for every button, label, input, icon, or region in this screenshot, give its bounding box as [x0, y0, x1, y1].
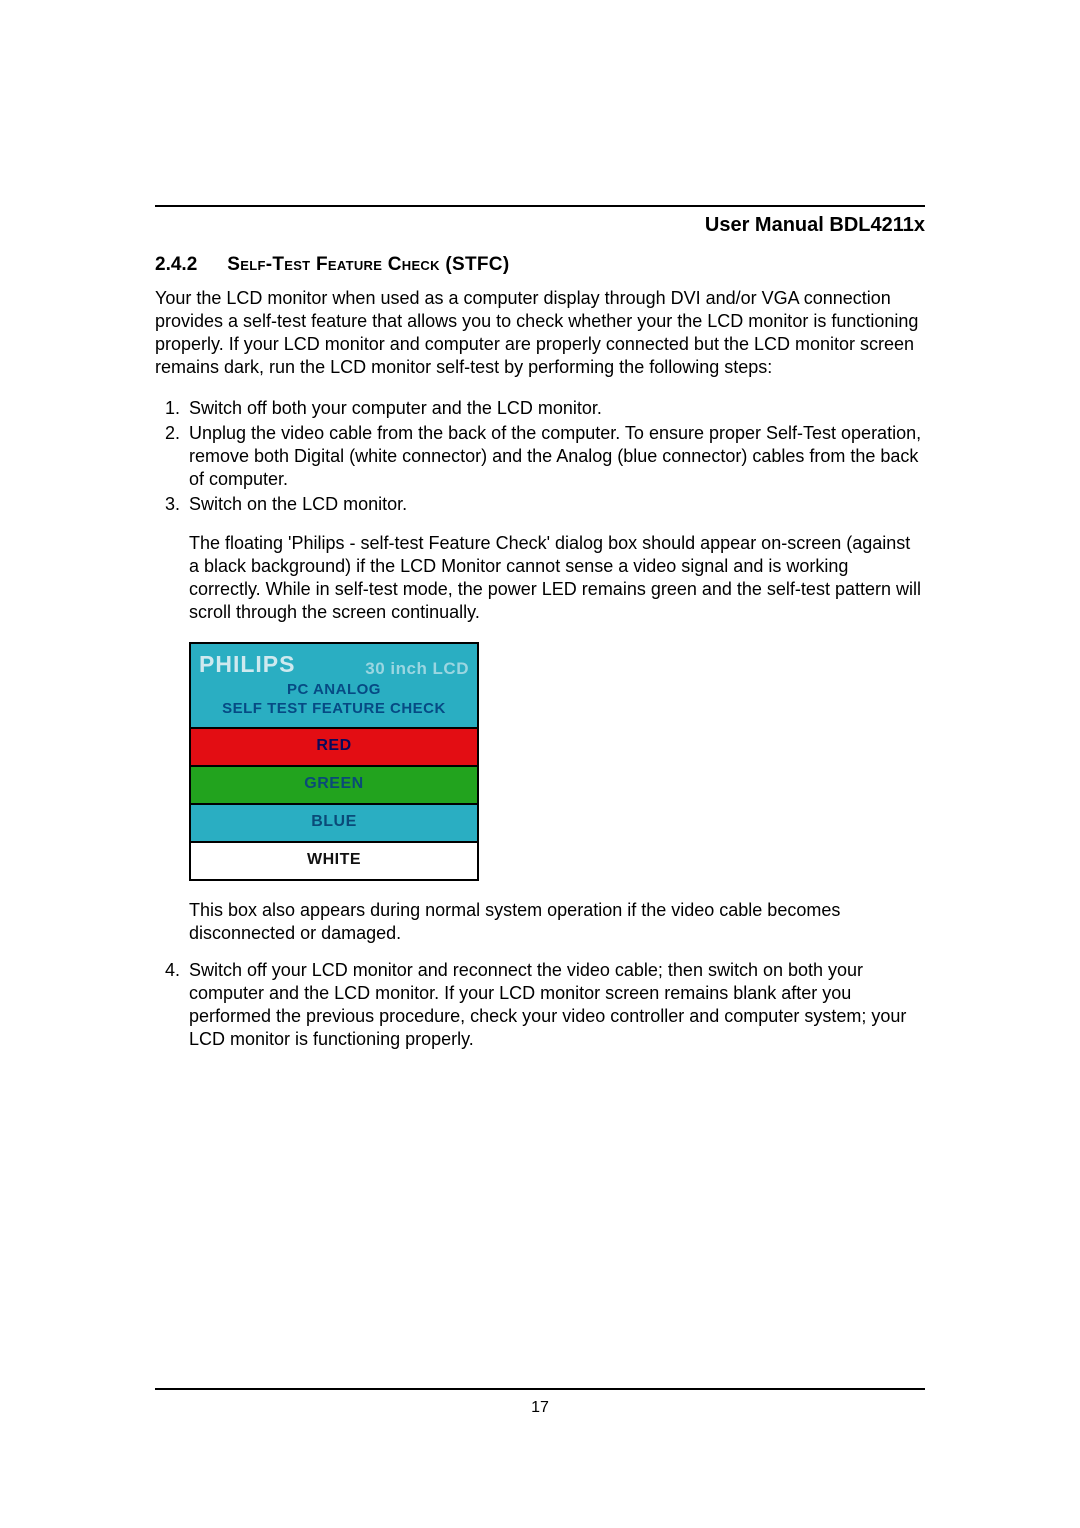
dialog-header: PHILIPS 30 inch LCD PC ANALOG SELF TEST …: [191, 644, 477, 726]
bottom-rule: [155, 1388, 925, 1390]
color-bar-blue: BLUE: [191, 803, 477, 841]
note-after-diagram: This box also appears during normal syst…: [189, 899, 925, 945]
color-bar-green: GREEN: [191, 765, 477, 803]
step-item: Switch on the LCD monitor. The floating …: [185, 493, 925, 944]
brand-label: PHILIPS: [199, 650, 295, 679]
top-rule: [155, 205, 925, 207]
step-item: Switch off your LCD monitor and reconnec…: [185, 959, 925, 1051]
manual-page: User Manual BDL4211x 2.4.2 Self-Test Fea…: [0, 0, 1080, 1528]
doc-title: User Manual BDL4211x: [155, 213, 925, 239]
page-number: 17: [155, 1398, 925, 1418]
self-test-dialog-illustration: PHILIPS 30 inch LCD PC ANALOG SELF TEST …: [189, 642, 479, 880]
page-footer: 17: [155, 1388, 925, 1418]
note-after-step3: The floating 'Philips - self-test Featur…: [189, 532, 925, 624]
dialog-line-2: SELF TEST FEATURE CHECK: [199, 700, 469, 719]
section-number: 2.4.2: [155, 253, 197, 277]
lcd-size-label: 30 inch LCD: [365, 658, 469, 679]
steps-list: Switch off both your computer and the LC…: [155, 397, 925, 1051]
step-item: Unplug the video cable from the back of …: [185, 422, 925, 491]
step-text: Switch on the LCD monitor.: [189, 494, 407, 514]
color-bar-white: WHITE: [191, 841, 477, 879]
section-heading: 2.4.2 Self-Test Feature Check (STFC): [155, 253, 925, 277]
dialog-line-1: PC ANALOG: [199, 681, 469, 700]
step-item: Switch off both your computer and the LC…: [185, 397, 925, 420]
intro-paragraph: Your the LCD monitor when used as a comp…: [155, 287, 925, 379]
section-title: Self-Test Feature Check (STFC): [227, 253, 509, 277]
color-bar-red: RED: [191, 727, 477, 765]
